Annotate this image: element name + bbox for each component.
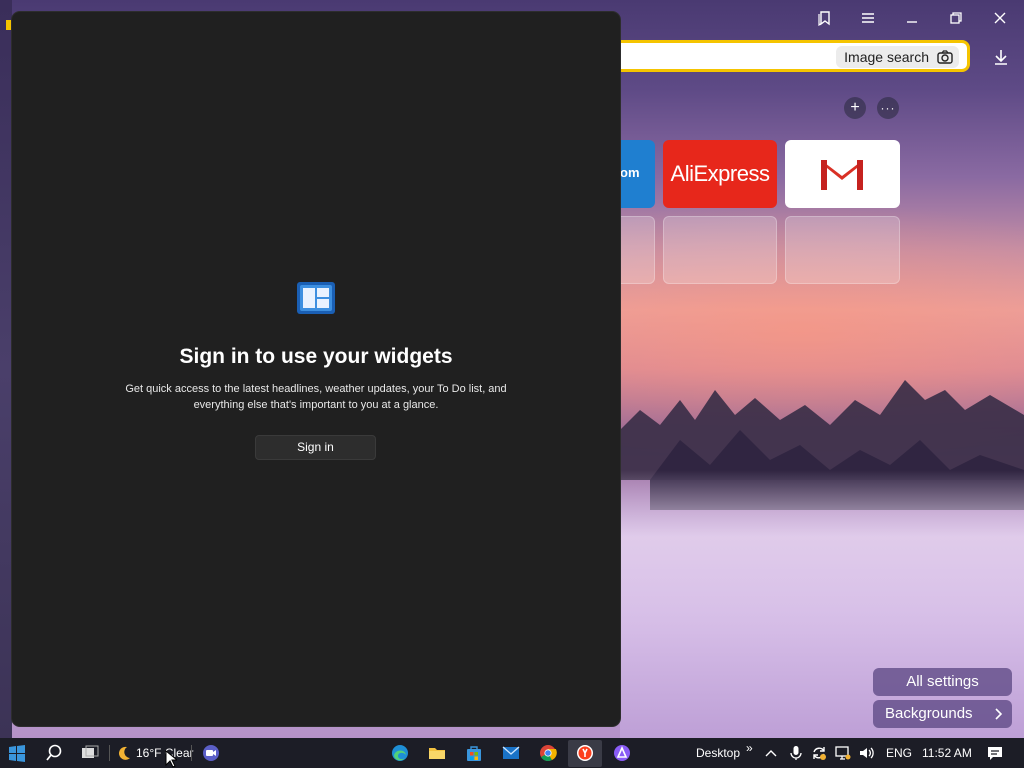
chrome-icon[interactable] xyxy=(537,742,559,764)
meet-now-icon[interactable] xyxy=(200,742,222,764)
chevron-right-icon xyxy=(995,708,1003,720)
notification-icon[interactable] xyxy=(984,742,1006,764)
taskbar-separator xyxy=(191,745,192,761)
start-icon[interactable] xyxy=(6,742,28,764)
backgrounds-button[interactable]: Backgrounds xyxy=(873,700,1012,728)
speed-dial-tile-gmail[interactable] xyxy=(785,140,900,208)
chevron-double-right-icon[interactable]: » xyxy=(746,741,753,755)
mail-icon[interactable] xyxy=(500,742,522,764)
language-indicator[interactable]: ENG xyxy=(886,746,912,760)
edge-icon[interactable] xyxy=(389,742,411,764)
volume-icon[interactable] xyxy=(856,742,878,764)
close-icon[interactable] xyxy=(987,6,1013,30)
taskbar-separator xyxy=(109,745,110,761)
mouse-cursor-icon xyxy=(165,750,177,768)
store-icon[interactable] xyxy=(463,742,485,764)
file-explorer-icon[interactable] xyxy=(426,742,448,764)
microphone-icon[interactable] xyxy=(785,742,807,764)
desktop-edge xyxy=(0,0,12,738)
all-settings-button[interactable]: All settings xyxy=(873,668,1012,696)
widgets-description: Get quick access to the latest headlines… xyxy=(125,383,507,411)
widgets-panel: Sign in to use your widgets Get quick ac… xyxy=(12,12,620,726)
clock[interactable]: 11:52 AM xyxy=(922,746,972,760)
widgets-icon xyxy=(297,282,335,314)
network-icon[interactable] xyxy=(832,742,854,764)
moon-icon[interactable] xyxy=(113,742,135,764)
yandex-browser-icon[interactable] xyxy=(574,742,596,764)
camera-icon xyxy=(937,50,953,64)
widgets-title: Sign in to use your widgets xyxy=(179,345,453,368)
add-tile-button[interactable]: + xyxy=(844,97,866,119)
minimize-icon[interactable] xyxy=(899,6,925,30)
empty-tile[interactable] xyxy=(620,216,655,284)
taskbar: 16°F Clear Desktop » ENG 11:52 AM xyxy=(0,738,1024,768)
empty-tile[interactable] xyxy=(663,216,777,284)
image-search-label: Image search xyxy=(844,49,929,65)
sign-in-button[interactable]: Sign in xyxy=(255,435,376,460)
address-bar[interactable]: Image search xyxy=(612,40,970,72)
backgrounds-label: Backgrounds xyxy=(885,705,973,722)
speed-dial-tile-aliexpress[interactable]: AliExpress xyxy=(663,140,777,208)
speed-dial-label: om xyxy=(620,165,640,180)
cloud-sea xyxy=(620,470,1024,738)
image-search-button[interactable]: Image search xyxy=(836,46,959,68)
search-icon[interactable] xyxy=(43,742,65,764)
speed-dial-tile[interactable]: om xyxy=(620,140,655,208)
chevron-up-icon[interactable] xyxy=(760,742,782,764)
restore-icon[interactable] xyxy=(943,6,969,30)
bookmarks-icon[interactable] xyxy=(812,6,838,30)
gmail-icon xyxy=(821,160,863,190)
sync-icon[interactable] xyxy=(808,742,830,764)
download-icon[interactable] xyxy=(990,46,1012,68)
empty-tile[interactable] xyxy=(785,216,900,284)
menu-icon[interactable] xyxy=(855,6,881,30)
alice-icon[interactable] xyxy=(611,742,633,764)
desktop-toolbar-label[interactable]: Desktop xyxy=(696,746,740,760)
task-view-icon[interactable] xyxy=(79,742,101,764)
more-options-button[interactable]: ··· xyxy=(877,97,899,119)
